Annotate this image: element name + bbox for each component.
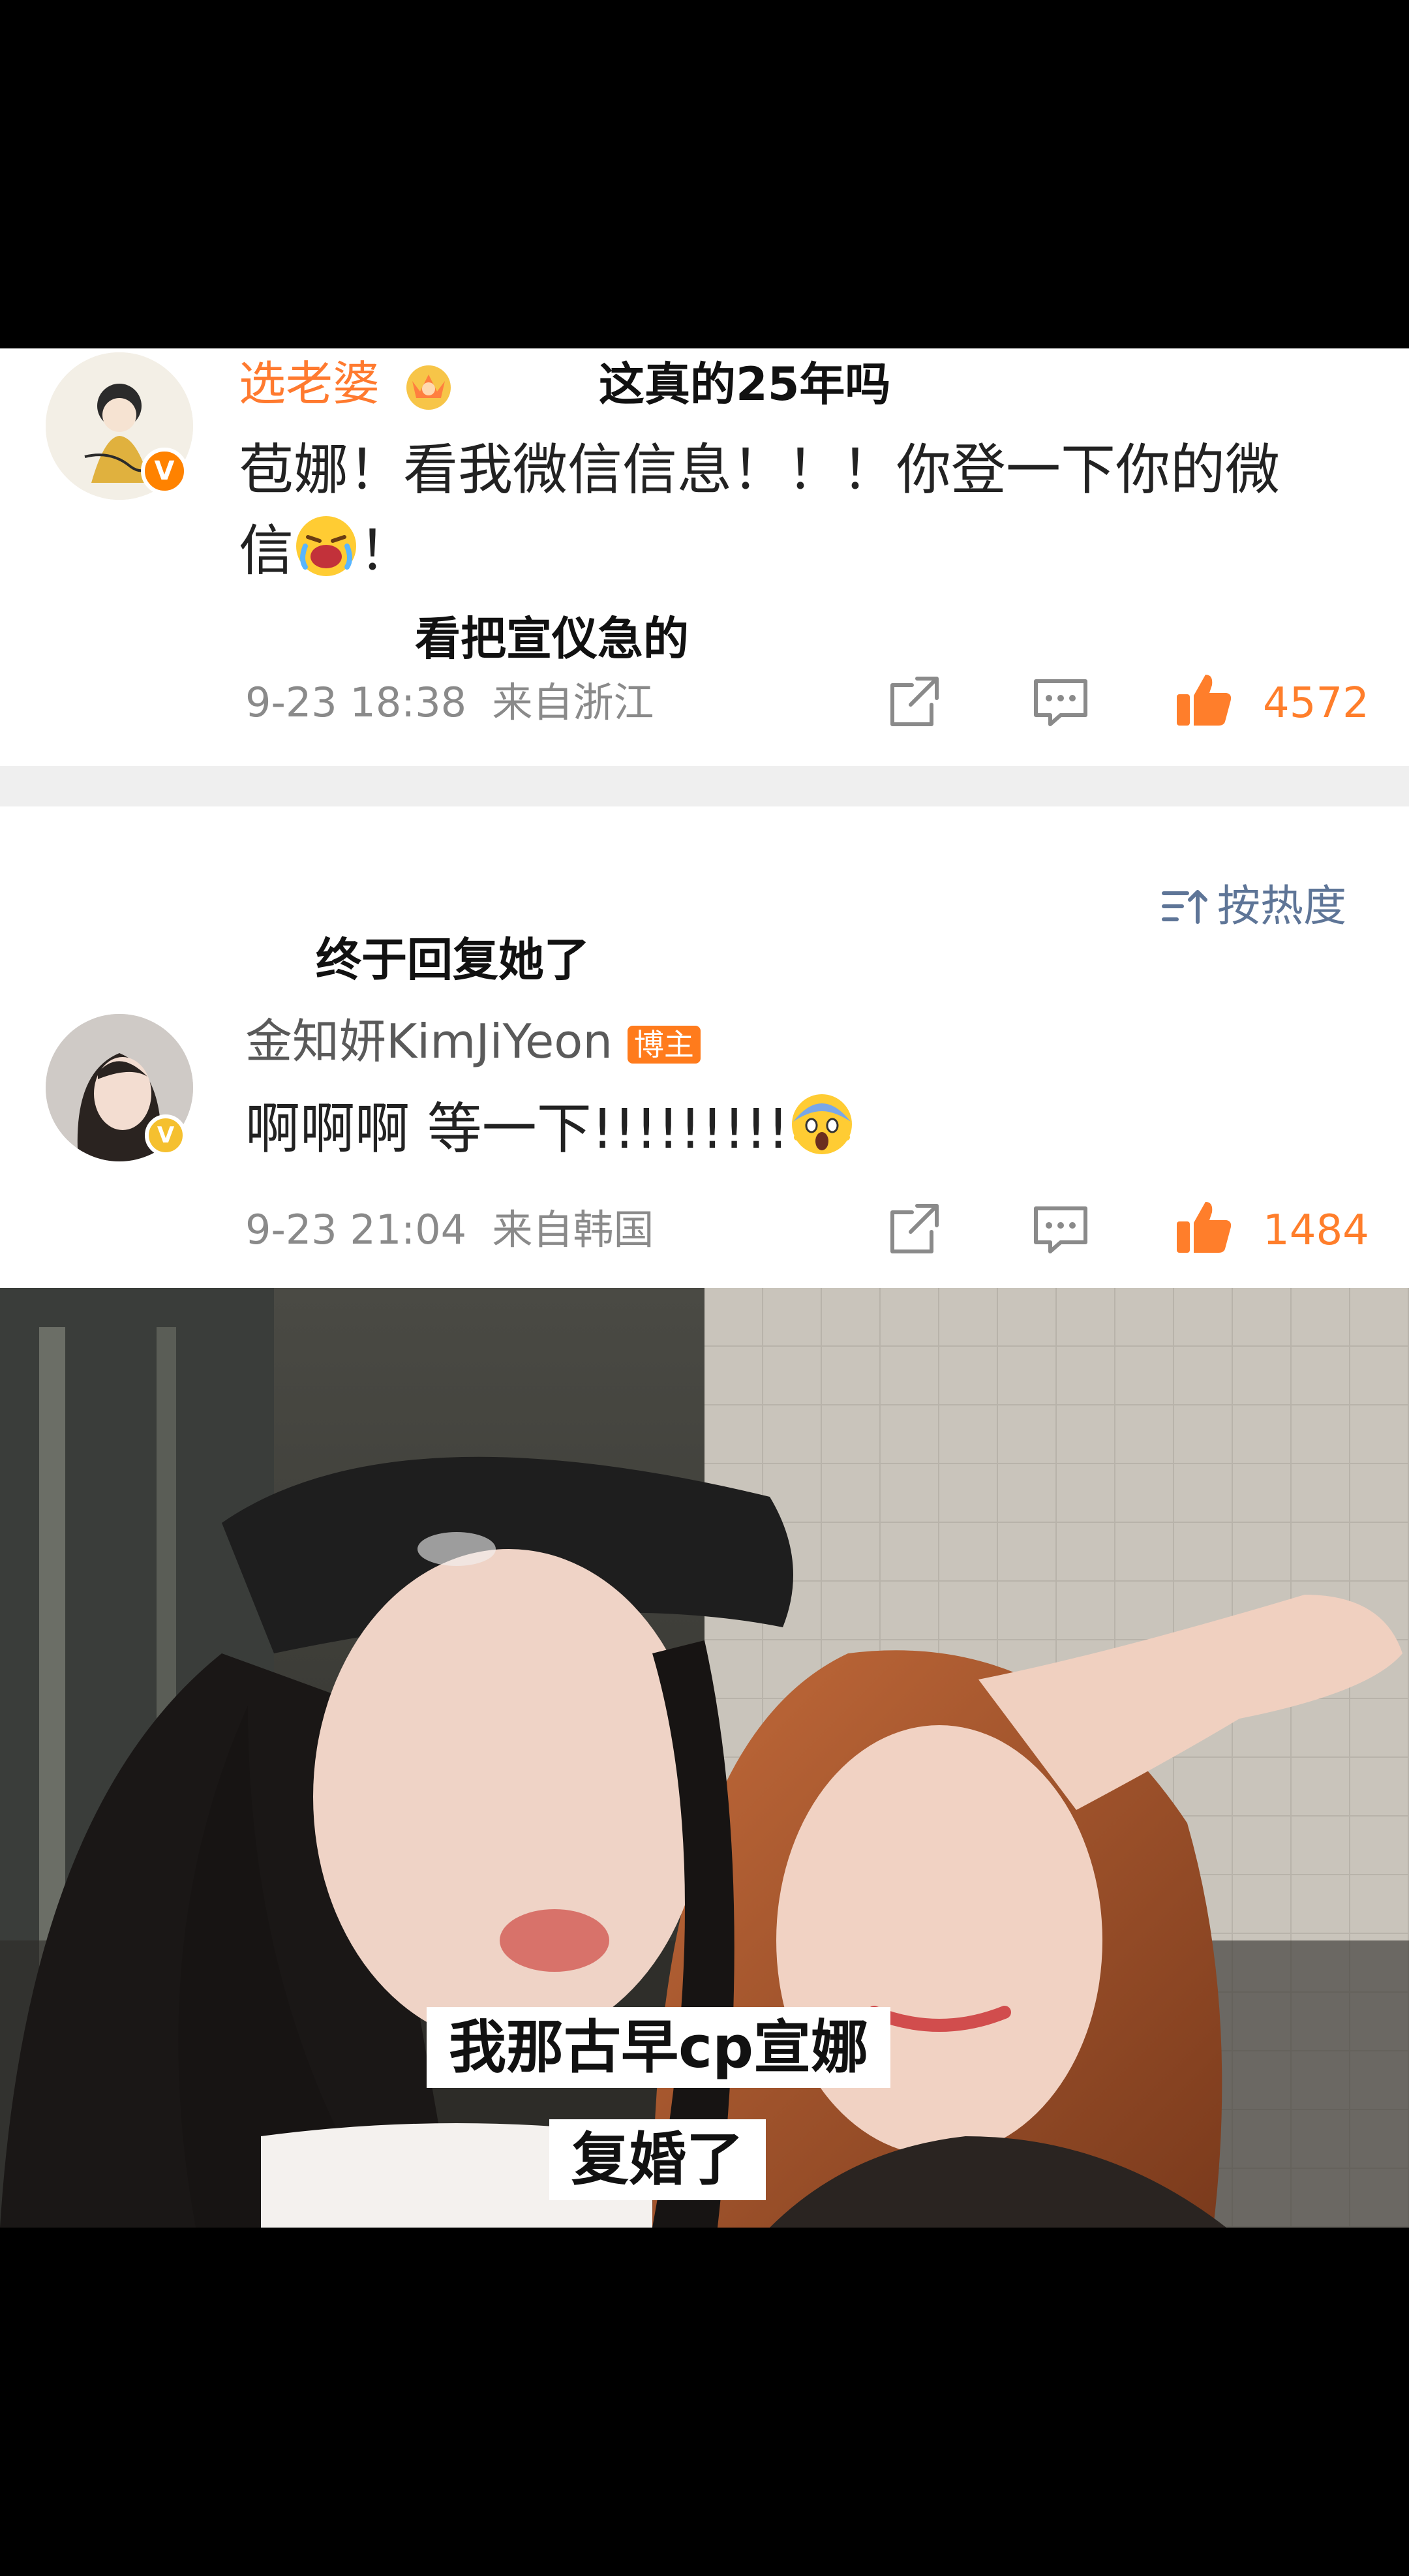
- sort-label: 按热度: [1217, 881, 1346, 931]
- like-count: 4572: [1263, 679, 1369, 728]
- crying-face-emoji-icon: [294, 514, 359, 579]
- comment-location: 来自浙江: [492, 679, 654, 726]
- comment-text: 苞娜！看我微信信息！！！你登一下你的微 信！: [239, 429, 1374, 591]
- comment-line-2-suffix: ！: [359, 519, 414, 583]
- comment-meta: 9-23 18:38 来自浙江: [245, 682, 654, 723]
- comment-line-2-prefix: 信: [239, 519, 294, 583]
- caption-mid: 看把宣仪急的: [415, 612, 689, 666]
- like-count: 1484: [1263, 1206, 1369, 1255]
- photo-subtitle-2: 复婚了: [549, 2119, 766, 2200]
- sort-by-hot-button[interactable]: 按热度: [1161, 885, 1346, 928]
- like-icon[interactable]: [1173, 668, 1235, 731]
- comment-text: 啊啊啊 等一下!!!!!!!!!: [245, 1088, 855, 1169]
- verified-badge-icon: V: [145, 1114, 187, 1156]
- username-text: 金知妍KimJiYeon: [245, 1014, 613, 1069]
- comment-body: 啊啊啊 等一下!!!!!!!!!: [245, 1097, 789, 1161]
- comment-line-1: 苞娜！看我微信信息！！！你登一下你的微: [239, 438, 1280, 502]
- share-icon[interactable]: [885, 1199, 945, 1259]
- caption-reply: 终于回复她了: [316, 933, 590, 987]
- comment-icon[interactable]: [1031, 1199, 1091, 1259]
- share-icon[interactable]: [885, 672, 945, 732]
- blogger-tag: 博主: [627, 1026, 701, 1064]
- username[interactable]: 选老婆: [239, 360, 380, 407]
- comment-meta: 9-23 21:04 来自韩国: [245, 1210, 654, 1250]
- comment-line-2: 信！: [239, 510, 1374, 591]
- like-icon[interactable]: [1173, 1195, 1235, 1258]
- crown-badge-icon: [399, 355, 458, 414]
- comment-location: 来自韩国: [492, 1206, 654, 1253]
- comment-time: 9-23 18:38: [245, 679, 467, 726]
- caption-top: 这真的25年吗: [599, 358, 891, 411]
- comment-time: 9-23 21:04: [245, 1206, 467, 1253]
- comment-icon[interactable]: [1031, 672, 1091, 732]
- photo-subtitle-1: 我那古早cp宣娜: [427, 2007, 891, 2088]
- verified-badge-icon: V: [141, 448, 188, 495]
- username[interactable]: 金知妍KimJiYeon 博主: [245, 1018, 701, 1065]
- divider: [0, 766, 1409, 806]
- scream-face-emoji-icon: [789, 1092, 855, 1157]
- sort-icon: [1162, 890, 1207, 924]
